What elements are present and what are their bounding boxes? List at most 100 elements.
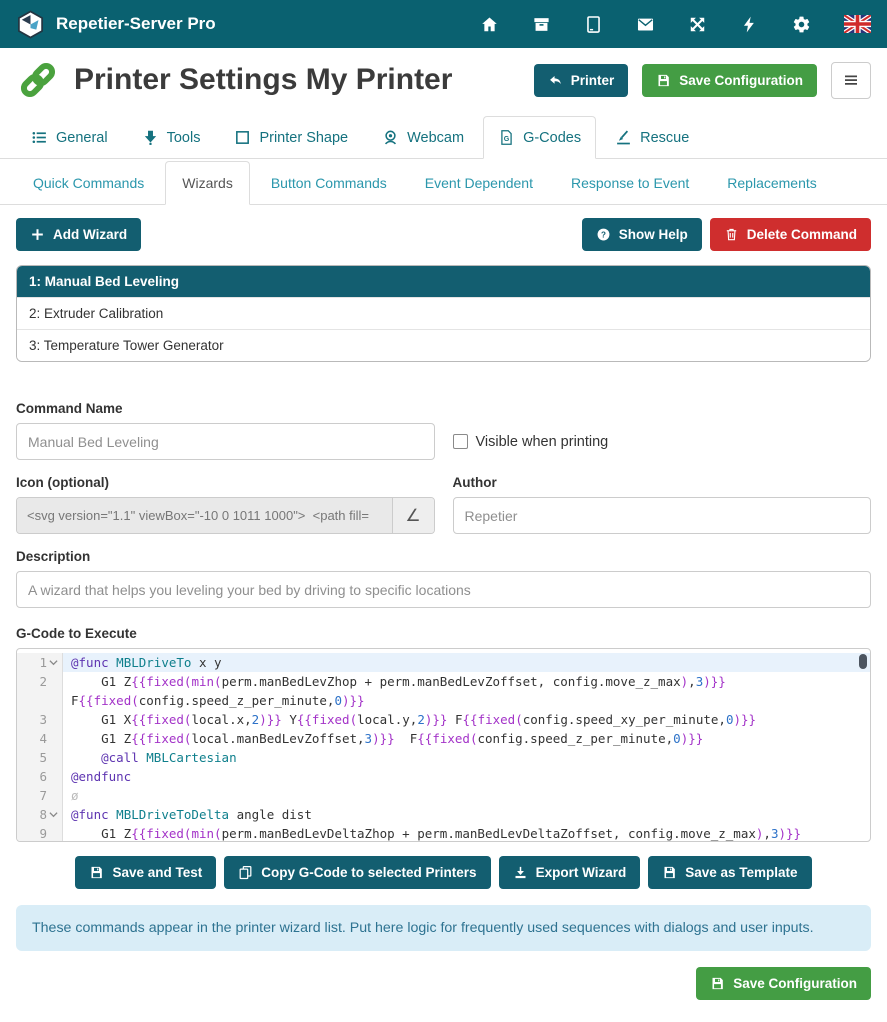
gcode-editor[interactable]: 1 @func MBLDriveTo x y2 G1 Z{{fixed(min(p… xyxy=(16,648,871,842)
editor-line: 6@endfunc xyxy=(17,767,870,786)
code-text[interactable]: @call MBLCartesian xyxy=(63,748,870,767)
add-wizard-button[interactable]: Add Wizard xyxy=(16,218,141,251)
download-icon xyxy=(513,865,528,880)
editor-line: 1 @func MBLDriveTo x y xyxy=(17,653,870,672)
save-icon xyxy=(710,976,725,991)
link-icon xyxy=(16,58,60,102)
editor-line: 2 G1 Z{{fixed(min(perm.manBedLevZhop + p… xyxy=(17,672,870,710)
command-name-input[interactable] xyxy=(16,423,435,460)
subtab-button-commands[interactable]: Button Commands xyxy=(254,161,404,205)
icon-input[interactable] xyxy=(17,498,392,533)
visible-when-printing-label: Visible when printing xyxy=(476,434,609,450)
code-text[interactable]: @func MBLDriveTo x y xyxy=(63,653,870,672)
mail-icon[interactable] xyxy=(636,15,655,34)
trash-icon xyxy=(724,227,739,242)
tablet-icon[interactable] xyxy=(584,15,603,34)
delete-command-button[interactable]: Delete Command xyxy=(710,218,871,251)
line-number: 1 xyxy=(39,653,47,672)
gcode-file-icon: G xyxy=(498,129,515,146)
tab-g-codes[interactable]: G G-Codes xyxy=(483,116,596,159)
home-icon[interactable] xyxy=(480,15,499,34)
icon-preview-button[interactable]: ∠ xyxy=(392,498,434,533)
tab-label: General xyxy=(56,130,108,146)
save-icon xyxy=(89,865,104,880)
editor-gutter: 3 xyxy=(17,710,63,729)
visible-when-printing-checkbox[interactable] xyxy=(453,434,468,449)
editor-gutter: 8 xyxy=(17,805,63,824)
tab-label: Printer Shape xyxy=(259,130,348,146)
wizard-list-item[interactable]: 1: Manual Bed Leveling xyxy=(17,266,870,297)
tab-webcam[interactable]: Webcam xyxy=(367,116,479,159)
export-wizard-label: Export Wizard xyxy=(536,865,627,880)
subtab-event-dependent[interactable]: Event Dependent xyxy=(408,161,550,205)
archive-icon[interactable] xyxy=(532,15,551,34)
description-input[interactable] xyxy=(16,571,871,608)
delete-command-label: Delete Command xyxy=(747,227,857,242)
tab-label: Webcam xyxy=(407,130,464,146)
flag-uk-icon[interactable] xyxy=(844,15,871,33)
copy-g-code-to-selected-printers-label: Copy G-Code to selected Printers xyxy=(261,865,476,880)
tab-label: Tools xyxy=(167,130,201,146)
menu-button[interactable] xyxy=(831,62,871,99)
show-help-button[interactable]: ? Show Help xyxy=(582,218,702,251)
code-text[interactable]: G1 Z{{fixed(local.manBedLevZoffset,3)}} … xyxy=(63,729,870,748)
editor-line: 8@func MBLDriveToDelta angle dist xyxy=(17,805,870,824)
editor-gutter: 2 xyxy=(17,672,63,710)
code-text[interactable]: ø xyxy=(63,786,870,805)
hamburger-icon xyxy=(842,71,860,89)
subtab-response-to-event[interactable]: Response to Event xyxy=(554,161,706,205)
editor-line: 9 G1 Z{{fixed(min(perm.manBedLevDeltaZho… xyxy=(17,824,870,842)
tab-rescue[interactable]: Rescue xyxy=(600,116,704,159)
editor-scrollbar-thumb[interactable] xyxy=(859,654,867,669)
page-title: Printer Settings My Printer xyxy=(74,63,452,97)
rescue-icon xyxy=(615,129,632,146)
editor-gutter: 7 xyxy=(17,786,63,805)
save-icon xyxy=(662,865,677,880)
code-text[interactable]: @func MBLDriveToDelta angle dist xyxy=(63,805,870,824)
fold-icon[interactable] xyxy=(48,805,59,819)
editor-gutter: 5 xyxy=(17,748,63,767)
editor-gutter: 6 xyxy=(17,767,63,786)
save-as-template-label: Save as Template xyxy=(685,865,797,880)
help-icon: ? xyxy=(596,227,611,242)
printer-button-label: Printer xyxy=(571,73,615,88)
save-as-template-button[interactable]: Save as Template xyxy=(648,856,811,889)
code-text[interactable]: G1 Z{{fixed(min(perm.manBedLevDeltaZhop … xyxy=(63,824,870,842)
bolt-icon[interactable] xyxy=(740,15,759,34)
tools-icon xyxy=(142,129,159,146)
subtab-quick-commands[interactable]: Quick Commands xyxy=(16,161,161,205)
line-number: 5 xyxy=(39,748,47,767)
wizard-toolbar: Add Wizard ? Show Help Delete Command xyxy=(0,205,887,263)
printer-button[interactable]: Printer xyxy=(534,64,629,97)
save-configuration-button-bottom[interactable]: Save Configuration xyxy=(696,967,871,1000)
tab-printer-shape[interactable]: Printer Shape xyxy=(219,116,363,159)
export-wizard-button[interactable]: Export Wizard xyxy=(499,856,641,889)
copy-g-code-to-selected-printers-button[interactable]: Copy G-Code to selected Printers xyxy=(224,856,490,889)
tab-label: G-Codes xyxy=(523,130,581,146)
editor-gutter: 4 xyxy=(17,729,63,748)
save-icon xyxy=(656,73,671,88)
wizard-list-item[interactable]: 2: Extruder Calibration xyxy=(17,297,870,329)
brand[interactable]: Repetier-Server Pro xyxy=(16,10,216,39)
webcam-icon xyxy=(382,129,399,146)
wizard-list-item[interactable]: 3: Temperature Tower Generator xyxy=(17,329,870,361)
fold-icon[interactable] xyxy=(48,653,59,667)
subtab-wizards[interactable]: Wizards xyxy=(165,161,250,205)
page-footer: Save Configuration xyxy=(16,967,871,1000)
tab-tools[interactable]: Tools xyxy=(127,116,216,159)
code-text[interactable]: G1 X{{fixed(local.x,2)}} Y{{fixed(local.… xyxy=(63,710,870,729)
expand-icon[interactable] xyxy=(688,15,707,34)
gcode-label: G-Code to Execute xyxy=(16,626,871,641)
gear-icon[interactable] xyxy=(792,15,811,34)
svg-text:G: G xyxy=(504,135,510,143)
code-text[interactable]: @endfunc xyxy=(63,767,870,786)
save-configuration-button-top[interactable]: Save Configuration xyxy=(642,64,817,97)
page-header: Printer Settings My Printer Printer Save… xyxy=(0,48,887,114)
author-input[interactable] xyxy=(453,497,872,534)
editor-line: 4 G1 Z{{fixed(local.manBedLevZoffset,3)}… xyxy=(17,729,870,748)
code-text[interactable]: G1 Z{{fixed(min(perm.manBedLevZhop + per… xyxy=(63,672,870,710)
save-and-test-button[interactable]: Save and Test xyxy=(75,856,216,889)
editor-line: 5 @call MBLCartesian xyxy=(17,748,870,767)
subtab-replacements[interactable]: Replacements xyxy=(710,161,834,205)
tab-general[interactable]: General xyxy=(16,116,123,159)
